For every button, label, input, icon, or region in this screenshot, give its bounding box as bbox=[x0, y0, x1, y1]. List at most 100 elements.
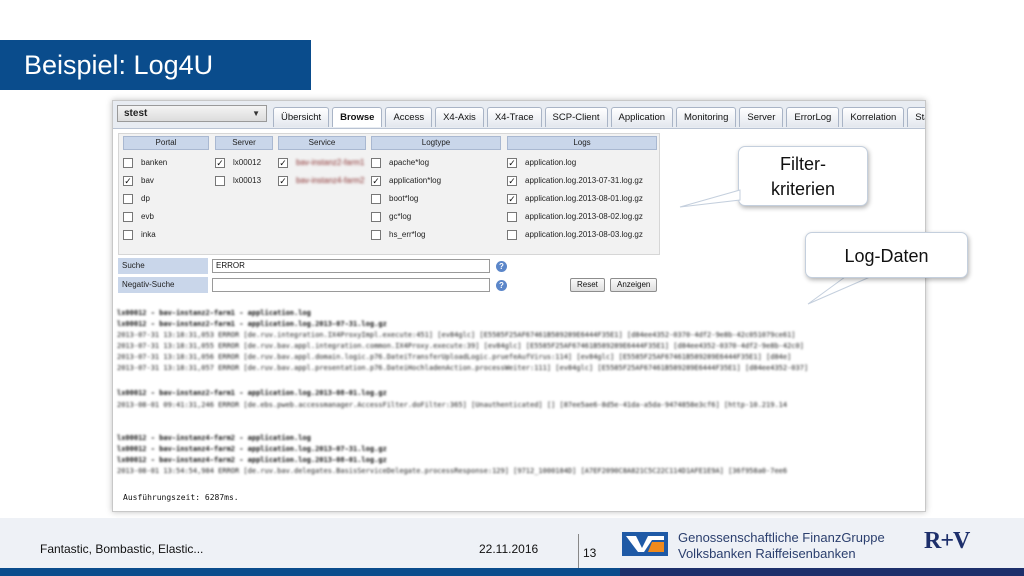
logtype-option-label: hs_err*log bbox=[389, 230, 426, 239]
logtype-option[interactable]: hs_err*log bbox=[371, 228, 425, 242]
portal-option-label: dp bbox=[141, 194, 150, 203]
logs-option-label: application.log bbox=[525, 158, 577, 167]
log-entry: 2013-07-31 13:18:31,055 ERROR [de.ruv.ba… bbox=[117, 342, 804, 350]
footer-divider bbox=[578, 534, 579, 568]
tab-statistik[interactable]: Statistik bbox=[907, 107, 925, 127]
logs-option-label: application.log.2013-08-01.log.gz bbox=[525, 194, 643, 203]
logs-option[interactable]: ✓ application.log.2013-07-31.log.gz bbox=[507, 174, 643, 188]
logtype-option-label: boot*log bbox=[389, 194, 419, 203]
system-select[interactable]: stest ▼ bbox=[117, 105, 267, 122]
log-file-header: lx00012 - bav-instanz4-farm2 - applicati… bbox=[117, 434, 311, 442]
checkbox[interactable] bbox=[215, 175, 225, 186]
checkbox[interactable]: ✓ bbox=[278, 157, 288, 168]
log-entry: 2013-08-01 13:54:54,984 ERROR [de.ruv.ba… bbox=[117, 467, 788, 475]
show-button[interactable]: Anzeigen bbox=[610, 278, 658, 292]
portal-option[interactable]: ✓ bav bbox=[123, 174, 154, 188]
checkbox[interactable]: ✓ bbox=[507, 175, 517, 186]
tab-browse[interactable]: Browse bbox=[332, 107, 383, 127]
neg-search-input[interactable] bbox=[212, 278, 490, 292]
portal-option[interactable]: dp bbox=[123, 192, 150, 206]
logs-option[interactable]: application.log.2013-08-02.log.gz bbox=[507, 210, 643, 224]
server-option[interactable]: ✓ lx00012 bbox=[215, 156, 261, 170]
rv-logo: R+V bbox=[924, 528, 970, 554]
checkbox[interactable]: ✓ bbox=[215, 157, 225, 168]
search-input[interactable]: ERROR bbox=[212, 259, 490, 273]
search-label: Suche bbox=[118, 258, 208, 274]
checkbox[interactable] bbox=[123, 193, 133, 204]
tab-korrelation[interactable]: Korrelation bbox=[842, 107, 905, 127]
logtype-option[interactable]: apache*log bbox=[371, 156, 429, 170]
logtype-option-label: gc*log bbox=[389, 212, 412, 221]
tab-server[interactable]: Server bbox=[739, 107, 784, 127]
checkbox[interactable] bbox=[371, 211, 381, 222]
org-name: Genossenschaftliche FinanzGruppe Volksba… bbox=[678, 530, 885, 562]
checkbox[interactable] bbox=[371, 157, 381, 168]
checkbox[interactable]: ✓ bbox=[507, 157, 517, 168]
neg-search-label: Negativ-Suche bbox=[118, 277, 208, 293]
logs-option[interactable]: application.log.2013-08-03.log.gz bbox=[507, 228, 643, 242]
log-file-header: lx00012 - bav-instanz4-farm2 - applicati… bbox=[117, 445, 387, 453]
column-header-portal: Portal bbox=[123, 136, 209, 150]
tab-monitoring[interactable]: Monitoring bbox=[676, 107, 737, 127]
logs-option-label: application.log.2013-07-31.log.gz bbox=[525, 176, 643, 185]
chevron-down-icon: ▼ bbox=[252, 109, 260, 118]
checkbox[interactable] bbox=[507, 229, 517, 240]
tab-x4-trace[interactable]: X4-Trace bbox=[486, 107, 542, 127]
log-file-header: lx00012 - bav-instanz4-farm2 - applicati… bbox=[117, 456, 387, 464]
search-row: Suche ERROR ? bbox=[118, 258, 660, 274]
tab--bersicht[interactable]: Übersicht bbox=[273, 107, 330, 127]
slide-footer: Fantastic, Bombastic, Elastic... 22.11.2… bbox=[0, 518, 1024, 576]
checkbox[interactable] bbox=[371, 193, 381, 204]
help-icon[interactable]: ? bbox=[496, 261, 507, 272]
log-file-header: lx00012 - bav-instanz2-farm1 - applicati… bbox=[117, 320, 387, 328]
log-entry: 2013-07-31 13:18:31,057 ERROR [de.ruv.ba… bbox=[117, 364, 809, 372]
portal-option-label: evb bbox=[141, 212, 154, 221]
checkbox[interactable] bbox=[507, 211, 517, 222]
column-header-logtype: Logtype bbox=[371, 136, 501, 150]
portal-option[interactable]: banken bbox=[123, 156, 167, 170]
logtype-option[interactable]: ✓ application*log bbox=[371, 174, 441, 188]
log-entry: 2013-07-31 13:18:31,053 ERROR [de.ruv.in… bbox=[117, 331, 796, 339]
checkbox[interactable]: ✓ bbox=[507, 193, 517, 204]
callout-filter: Filter- kriterien bbox=[738, 146, 868, 206]
server-option-label: lx00012 bbox=[233, 158, 262, 167]
help-icon[interactable]: ? bbox=[496, 280, 507, 291]
service-option[interactable]: ✓ bav-instanz2-farm1 bbox=[278, 156, 364, 170]
footer-left-text: Fantastic, Bombastic, Elastic... bbox=[40, 542, 204, 556]
service-option-label: bav-instanz4-farm2 bbox=[296, 176, 365, 185]
tab-scp-client[interactable]: SCP-Client bbox=[544, 107, 608, 127]
tab-x4-axis[interactable]: X4-Axis bbox=[435, 107, 484, 127]
checkbox[interactable]: ✓ bbox=[123, 175, 133, 186]
callout-logdata: Log-Daten bbox=[805, 232, 968, 278]
tab-application[interactable]: Application bbox=[610, 107, 674, 127]
checkbox[interactable] bbox=[371, 229, 381, 240]
filter-panel: Portal banken ✓ bav dp evb inka Server ✓ lx00012 l… bbox=[118, 133, 660, 255]
portal-option[interactable]: inka bbox=[123, 228, 156, 242]
reset-button[interactable]: Reset bbox=[570, 278, 605, 292]
system-select-value: stest bbox=[124, 108, 148, 119]
tab-errorlog[interactable]: ErrorLog bbox=[786, 107, 840, 127]
checkbox[interactable] bbox=[123, 211, 133, 222]
server-option-label: lx00013 bbox=[233, 176, 262, 185]
portal-option[interactable]: evb bbox=[123, 210, 154, 224]
logs-option[interactable]: ✓ application.log bbox=[507, 156, 576, 170]
log-entry: 2013-08-01 09:41:31,246 ERROR [de.ebs.pw… bbox=[117, 401, 788, 409]
logtype-option[interactable]: gc*log bbox=[371, 210, 411, 224]
logs-option[interactable]: ✓ application.log.2013-08-01.log.gz bbox=[507, 192, 643, 206]
logs-option-label: application.log.2013-08-02.log.gz bbox=[525, 212, 643, 221]
footer-date: 22.11.2016 bbox=[479, 542, 539, 556]
server-option[interactable]: lx00013 bbox=[215, 174, 261, 188]
logtype-option[interactable]: boot*log bbox=[371, 192, 418, 206]
logtype-option-label: apache*log bbox=[389, 158, 430, 167]
checkbox[interactable]: ✓ bbox=[278, 175, 288, 186]
org-line-1: Genossenschaftliche FinanzGruppe bbox=[678, 530, 885, 545]
service-option[interactable]: ✓ bav-instanz4-farm2 bbox=[278, 174, 364, 188]
tab-access[interactable]: Access bbox=[385, 107, 433, 127]
vr-logo-icon bbox=[622, 532, 668, 556]
checkbox[interactable]: ✓ bbox=[371, 175, 381, 186]
checkbox[interactable] bbox=[123, 229, 133, 240]
logs-option-label: application.log.2013-08-03.log.gz bbox=[525, 230, 643, 239]
tab-bar: Übersicht Browse Access X4-Axis X4-Trace SCP-… bbox=[273, 107, 925, 129]
column-header-service: Service bbox=[278, 136, 366, 150]
checkbox[interactable] bbox=[123, 157, 133, 168]
